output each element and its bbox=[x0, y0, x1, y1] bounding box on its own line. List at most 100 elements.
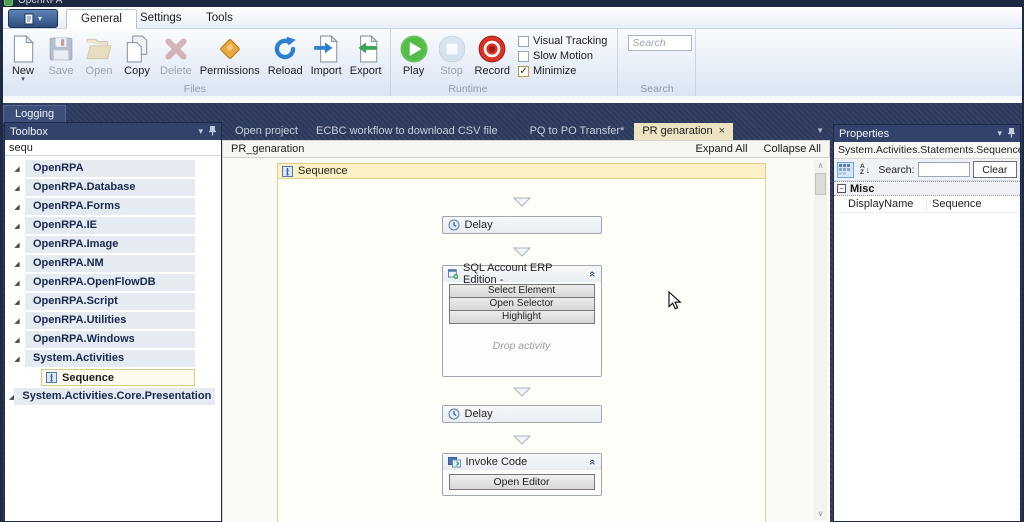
ribbon-tab-row: ▾ General Settings Tools bbox=[0, 7, 1024, 29]
expander-icon[interactable]: ◢ bbox=[9, 184, 25, 192]
expander-icon[interactable]: ◢ bbox=[9, 317, 25, 325]
minimize-checkbox[interactable]: ✓ Minimize bbox=[518, 65, 607, 77]
checkbox-box bbox=[518, 50, 530, 62]
expander-icon[interactable]: ◢ bbox=[9, 298, 25, 306]
expander-icon[interactable]: ◢ bbox=[9, 165, 25, 173]
flow-connector-icon bbox=[512, 435, 531, 445]
toolbox-group-utilities[interactable]: ◢ OpenRPA.Utilities bbox=[9, 312, 195, 329]
save-button[interactable]: Save bbox=[42, 31, 80, 77]
toolbox-group-image[interactable]: ◢ OpenRPA.Image bbox=[9, 236, 195, 253]
open-selector-button[interactable]: Open Selector bbox=[448, 297, 595, 311]
expander-icon[interactable]: ◢ bbox=[9, 355, 25, 363]
properties-title: Properties bbox=[839, 127, 890, 140]
highlight-button[interactable]: Highlight bbox=[448, 310, 595, 324]
copy-button[interactable]: Copy bbox=[118, 31, 156, 77]
app-menu-button[interactable]: ▾ bbox=[8, 9, 58, 28]
expander-icon[interactable]: ◢ bbox=[9, 203, 25, 211]
app-icon bbox=[4, 0, 13, 6]
expander-icon[interactable]: ◢ bbox=[9, 336, 25, 344]
toolbox-group-database[interactable]: ◢ OpenRPA.Database bbox=[9, 179, 195, 196]
expander-icon[interactable]: ◢ bbox=[9, 260, 25, 268]
expander-icon[interactable]: ◢ bbox=[9, 241, 25, 249]
open-button[interactable]: Open bbox=[80, 31, 118, 77]
toolbox-group-forms[interactable]: ◢ OpenRPA.Forms bbox=[9, 198, 195, 215]
play-button[interactable]: Play bbox=[395, 31, 433, 77]
scroll-up-icon[interactable]: ∧ bbox=[814, 160, 827, 172]
ribbon-search-input[interactable] bbox=[628, 35, 693, 51]
sql-account-activity[interactable]: SQL Account ERP Edition - « Select Eleme… bbox=[441, 262, 602, 377]
invoke-code-activity[interactable]: Invoke Code « Open Editor bbox=[441, 453, 602, 496]
property-value[interactable]: Sequence bbox=[927, 198, 1020, 210]
drop-activity-hint[interactable]: Drop activity bbox=[449, 340, 595, 352]
selected-type-name: System.Activities.Statements.Sequence bbox=[834, 142, 1020, 159]
logging-tab[interactable]: Logging bbox=[3, 105, 67, 123]
workflow-canvas[interactable]: Sequence Delay SQL Account ERP Edition -… bbox=[222, 158, 830, 522]
open-editor-button[interactable]: Open Editor bbox=[448, 474, 595, 490]
toolbox-group-core-presentation[interactable]: ◢ System.Activities.Core.Presentation bbox=[9, 388, 216, 405]
toolbox-group-ie[interactable]: ◢ OpenRPA.IE bbox=[9, 217, 195, 234]
breadcrumb[interactable]: PR_genaration bbox=[231, 143, 304, 155]
import-button[interactable]: Import bbox=[307, 31, 346, 77]
toolbox-group-windows[interactable]: ◢ OpenRPA.Windows bbox=[9, 331, 195, 348]
properties-search-input[interactable] bbox=[917, 162, 970, 177]
tab-settings[interactable]: Settings bbox=[126, 9, 196, 29]
scroll-down-icon[interactable]: ∨ bbox=[814, 508, 827, 520]
toolbox-dropdown-icon[interactable]: ▾ bbox=[198, 126, 203, 137]
stop-button[interactable]: Stop bbox=[433, 31, 471, 77]
sequence-activity[interactable]: Sequence Delay SQL Account ERP Edition -… bbox=[277, 163, 766, 522]
export-button[interactable]: Export bbox=[346, 31, 386, 77]
close-tab-icon[interactable]: × bbox=[719, 125, 725, 136]
pin-icon[interactable] bbox=[1008, 127, 1015, 140]
delay-activity-1[interactable]: Delay bbox=[441, 216, 602, 234]
delay-activity-2[interactable]: Delay bbox=[441, 405, 602, 423]
expander-icon[interactable]: ◢ bbox=[9, 279, 25, 287]
toolbox-search-input[interactable] bbox=[5, 140, 221, 155]
pin-icon[interactable] bbox=[209, 125, 216, 138]
collapse-all-link[interactable]: Collapse All bbox=[764, 143, 821, 155]
checkbox-box bbox=[518, 35, 530, 47]
expand-all-link[interactable]: Expand All bbox=[696, 143, 748, 155]
logging-bar: Logging bbox=[0, 103, 1024, 123]
slow-motion-checkbox[interactable]: Slow Motion bbox=[518, 50, 607, 62]
collapse-icon[interactable]: « bbox=[586, 271, 598, 277]
sort-alphabetical-icon[interactable]: AZ ↓ bbox=[857, 162, 874, 178]
toolbox-item-sequence[interactable]: Sequence bbox=[41, 369, 195, 386]
permissions-button[interactable]: Permissions bbox=[196, 31, 264, 77]
collapse-category-icon[interactable]: − bbox=[837, 184, 846, 193]
select-element-button[interactable]: Select Element bbox=[448, 284, 595, 298]
new-dropdown-icon: ▾ bbox=[21, 76, 25, 83]
tab-pr-genaration[interactable]: PR genaration × bbox=[634, 123, 734, 140]
ribbon: New ▾ Save Open Copy Delete Permissions … bbox=[0, 29, 1024, 96]
properties-dropdown-icon[interactable]: ▾ bbox=[997, 128, 1002, 139]
sequence-icon bbox=[282, 165, 293, 177]
record-button[interactable]: Record bbox=[471, 31, 514, 77]
toolbox-group-openrpa[interactable]: ◢ OpenRPA bbox=[9, 160, 195, 177]
scrollbar-thumb[interactable] bbox=[815, 173, 826, 195]
visual-tracking-checkbox[interactable]: Visual Tracking bbox=[518, 35, 607, 47]
ribbon-separator bbox=[0, 96, 1024, 103]
activity-title: Invoke Code bbox=[465, 456, 528, 468]
toolbox-group-openflowdb[interactable]: ◢ OpenRPA.OpenFlowDB bbox=[9, 274, 195, 291]
designer-vertical-scrollbar[interactable]: ∧ ∨ bbox=[814, 160, 827, 520]
delete-button[interactable]: Delete bbox=[156, 31, 196, 77]
toolbox-group-nm[interactable]: ◢ OpenRPA.NM bbox=[9, 255, 195, 272]
property-row-displayname[interactable]: DisplayName Sequence bbox=[834, 196, 1020, 213]
toolbox-group-script[interactable]: ◢ OpenRPA.Script bbox=[9, 293, 195, 310]
category-misc[interactable]: − Misc bbox=[834, 181, 1020, 196]
toolbox-group-system-activities[interactable]: ◢ System.Activities bbox=[9, 350, 195, 367]
categorize-icon[interactable] bbox=[837, 161, 854, 178]
tab-open-project[interactable]: Open project bbox=[227, 123, 306, 140]
sequence-header[interactable]: Sequence bbox=[278, 164, 765, 179]
copy-icon bbox=[122, 33, 152, 65]
tab-list-menu-icon[interactable]: ▼ bbox=[816, 126, 824, 135]
clear-button[interactable]: Clear bbox=[972, 161, 1017, 178]
tab-ecbc-workflow[interactable]: ECBC workflow to download CSV file bbox=[308, 123, 506, 140]
flow-connector-icon bbox=[512, 387, 531, 397]
collapse-icon[interactable]: « bbox=[586, 459, 598, 465]
reload-button[interactable]: Reload bbox=[264, 31, 307, 77]
tab-pq-to-po[interactable]: PQ to PO Transfer* bbox=[522, 123, 633, 140]
new-button[interactable]: New ▾ bbox=[4, 31, 42, 83]
toolbox-title: Toolbox bbox=[10, 125, 48, 138]
tab-tools[interactable]: Tools bbox=[192, 9, 247, 29]
expander-icon[interactable]: ◢ bbox=[9, 222, 25, 230]
